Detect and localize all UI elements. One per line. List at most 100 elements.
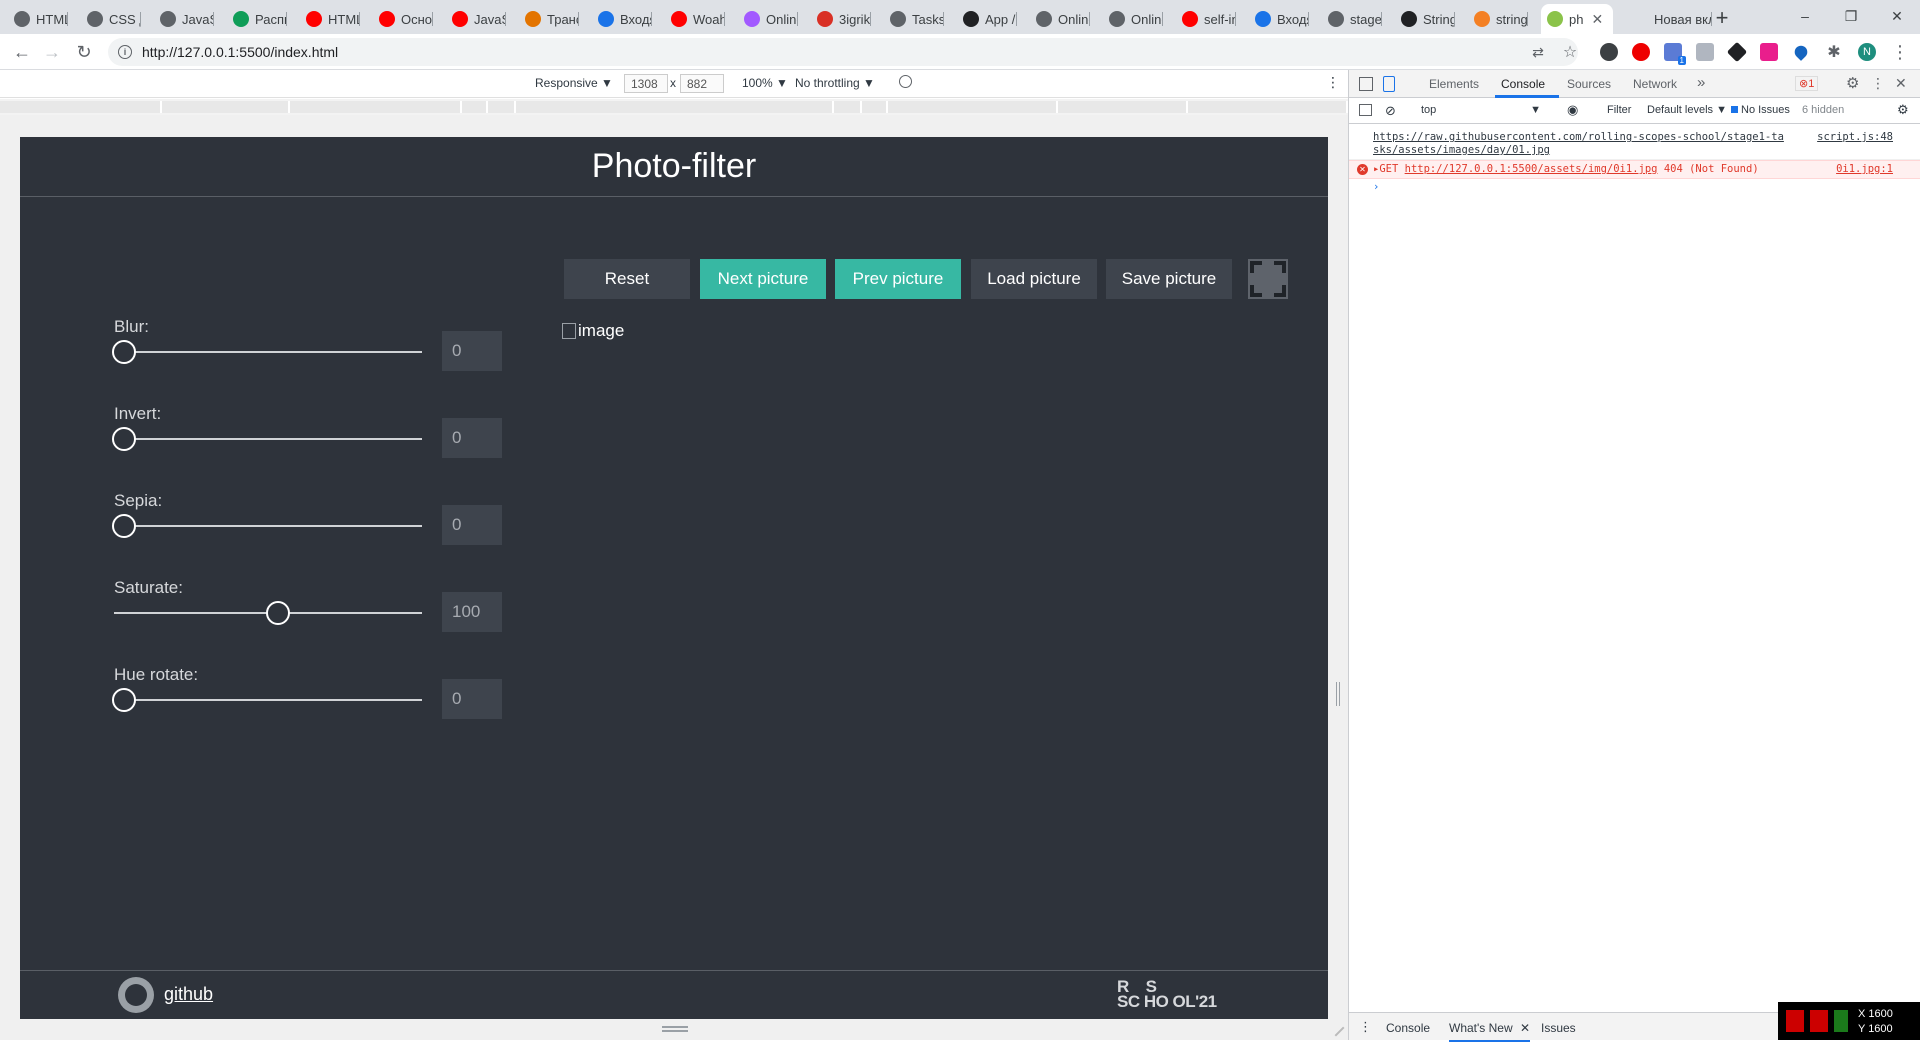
- reset-button[interactable]: Reset: [564, 259, 690, 299]
- throttling-select[interactable]: No throttling ▼: [795, 76, 875, 90]
- browser-tab[interactable]: CSS д: [81, 4, 141, 34]
- close-window-button[interactable]: ✕: [1874, 0, 1920, 32]
- device-more-icon[interactable]: ⋮: [1326, 74, 1340, 91]
- log-url[interactable]: https://raw.githubusercontent.com/rollin…: [1373, 131, 1803, 157]
- address-bar[interactable]: i http://127.0.0.1:5500/index.html: [108, 38, 1578, 66]
- filter-slider-track[interactable]: [114, 699, 422, 701]
- ruler-segment[interactable]: [0, 101, 162, 113]
- extension-icon[interactable]: [1600, 43, 1618, 61]
- filter-slider-thumb[interactable]: [266, 601, 290, 625]
- console-settings-icon[interactable]: ⚙: [1897, 102, 1909, 118]
- error-count-badge[interactable]: ⊗1: [1795, 76, 1819, 91]
- bookmark-star-icon[interactable]: ☆: [1556, 38, 1584, 66]
- info-icon[interactable]: i: [118, 45, 132, 59]
- filter-slider-thumb[interactable]: [112, 514, 136, 538]
- zoom-select[interactable]: 100% ▼: [742, 76, 788, 90]
- ruler-segment[interactable]: [290, 101, 462, 113]
- browser-tab[interactable]: Online: [738, 4, 798, 34]
- browser-tab[interactable]: Новая вкл: [1626, 4, 1712, 34]
- minimize-button[interactable]: –: [1782, 0, 1828, 32]
- browser-tab[interactable]: Входя: [592, 4, 652, 34]
- prev-picture-button[interactable]: Prev picture: [835, 259, 961, 299]
- browser-tab[interactable]: Online: [1030, 4, 1090, 34]
- browser-menu-icon[interactable]: ⋮: [1886, 38, 1914, 66]
- filter-slider-track[interactable]: [114, 438, 422, 440]
- device-mode-select[interactable]: Responsive ▼: [535, 76, 613, 90]
- drawer-menu-icon[interactable]: ⋮: [1359, 1019, 1372, 1035]
- tab-active[interactable]: ph ✕: [1541, 4, 1613, 34]
- ruler-segment[interactable]: [1188, 101, 1348, 113]
- inspect-icon[interactable]: [1359, 77, 1373, 91]
- filter-slider-track[interactable]: [114, 525, 422, 527]
- eye-icon[interactable]: ◉: [1567, 102, 1578, 118]
- load-picture-button[interactable]: Load picture: [971, 259, 1097, 299]
- image-extension-icon[interactable]: [1696, 43, 1714, 61]
- browser-tab[interactable]: HTML: [8, 4, 68, 34]
- drawer-tab-whats-new[interactable]: What's New ✕: [1449, 1021, 1531, 1042]
- filter-slider-thumb[interactable]: [112, 688, 136, 712]
- browser-tab[interactable]: JavaSc: [154, 4, 214, 34]
- tab-network[interactable]: Network: [1633, 77, 1677, 91]
- github-link[interactable]: github: [164, 984, 213, 1005]
- settings-gear-icon[interactable]: ⚙: [1846, 74, 1859, 92]
- close-tab-icon[interactable]: ✕: [1520, 1021, 1530, 1035]
- ruler-segment[interactable]: [516, 101, 834, 113]
- console-prompt[interactable]: ›: [1349, 179, 1920, 196]
- ruler-segment[interactable]: [488, 101, 516, 113]
- browser-tab[interactable]: Входя: [1249, 4, 1309, 34]
- translator-extension-icon[interactable]: 1: [1664, 43, 1686, 65]
- browser-tab[interactable]: 3igrik: [811, 4, 871, 34]
- error-method[interactable]: ▸GET: [1373, 163, 1398, 175]
- ruler-segment[interactable]: [162, 101, 290, 113]
- cube-extension-icon[interactable]: [1726, 41, 1748, 63]
- device-toggle-icon[interactable]: [1383, 76, 1395, 92]
- translate-icon[interactable]: ⇄: [1524, 38, 1552, 66]
- drawer-tab-console[interactable]: Console: [1386, 1021, 1430, 1035]
- save-picture-button[interactable]: Save picture: [1106, 259, 1232, 299]
- drop-extension-icon[interactable]: [1792, 43, 1810, 61]
- tab-elements[interactable]: Elements: [1429, 77, 1479, 91]
- close-devtools-icon[interactable]: ✕: [1895, 75, 1907, 92]
- filter-slider-track[interactable]: [114, 351, 422, 353]
- ruler-segment[interactable]: [1058, 101, 1188, 113]
- browser-tab[interactable]: App /: [957, 4, 1017, 34]
- rotate-icon[interactable]: [899, 75, 912, 88]
- viewport-height-input[interactable]: 882: [680, 74, 724, 93]
- next-picture-button[interactable]: Next picture: [700, 259, 826, 299]
- bottom-resize-handle[interactable]: [662, 1026, 688, 1032]
- browser-tab[interactable]: JavaSc: [446, 4, 506, 34]
- viewport-width-input[interactable]: 1308: [624, 74, 668, 93]
- browser-tab[interactable]: Online: [1103, 4, 1163, 34]
- browser-tab[interactable]: Woah: [665, 4, 725, 34]
- tab-sources[interactable]: Sources: [1567, 77, 1611, 91]
- profile-avatar[interactable]: N: [1858, 43, 1876, 61]
- forward-icon[interactable]: →: [38, 38, 66, 66]
- filter-slider-thumb[interactable]: [112, 340, 136, 364]
- extensions-puzzle-icon[interactable]: ✱: [1820, 38, 1848, 66]
- clear-console-icon[interactable]: ⊘: [1385, 103, 1396, 119]
- browser-tab[interactable]: Основ: [373, 4, 433, 34]
- browser-tab[interactable]: HTML: [300, 4, 360, 34]
- ruler-segment[interactable]: [862, 101, 888, 113]
- more-tabs-icon[interactable]: »: [1697, 74, 1705, 91]
- filter-slider-thumb[interactable]: [112, 427, 136, 451]
- back-icon[interactable]: ←: [8, 38, 36, 66]
- media-query-ruler[interactable]: [0, 99, 1348, 115]
- ruler-segment[interactable]: [834, 101, 862, 113]
- opera-extension-icon[interactable]: [1632, 43, 1650, 61]
- issues-button[interactable]: No Issues: [1731, 104, 1790, 116]
- log-levels-select[interactable]: Default levels ▼: [1647, 104, 1727, 116]
- github-icon[interactable]: [118, 977, 154, 1013]
- right-resize-handle[interactable]: [1336, 682, 1340, 706]
- browser-tab[interactable]: self-in: [1176, 4, 1236, 34]
- tab-console[interactable]: Console: [1501, 77, 1545, 91]
- browser-tab[interactable]: Tasks: [884, 4, 944, 34]
- reload-icon[interactable]: ↻: [70, 38, 98, 66]
- browser-tab[interactable]: string: [1468, 4, 1528, 34]
- ruler-segment[interactable]: [888, 101, 1058, 113]
- browser-tab[interactable]: Транс: [519, 4, 579, 34]
- filter-input[interactable]: Filter: [1607, 104, 1631, 116]
- error-source-link[interactable]: 0i1.jpg:1: [1836, 163, 1893, 176]
- maximize-button[interactable]: ❐: [1828, 0, 1874, 32]
- error-url[interactable]: http://127.0.0.1:5500/assets/img/0i1.jpg: [1405, 163, 1658, 175]
